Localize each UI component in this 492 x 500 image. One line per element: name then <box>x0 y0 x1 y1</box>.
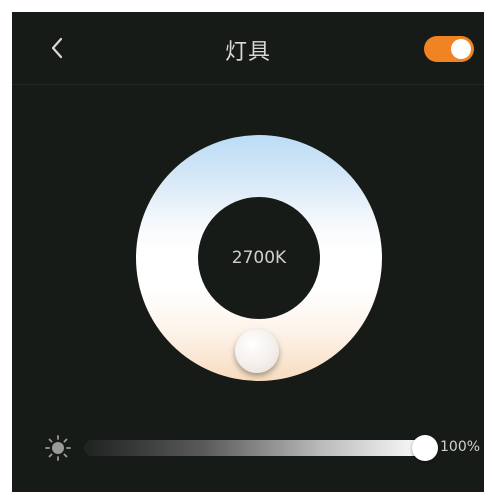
page-title: 灯具 <box>224 40 271 65</box>
brightness-slider-thumb[interactable] <box>412 435 438 461</box>
toggle-knob <box>451 39 471 59</box>
color-temperature-value: 2700K <box>231 248 287 268</box>
color-temperature-wheel[interactable]: 2700K <box>136 135 382 381</box>
color-temperature-thumb[interactable] <box>235 329 279 373</box>
header-bar: 灯具 <box>12 12 484 84</box>
brightness-control: 100% <box>12 430 484 466</box>
brightness-slider[interactable] <box>84 440 428 456</box>
light-control-screen: 灯具 2700K 100% <box>12 12 484 492</box>
sun-icon <box>44 434 72 462</box>
wheel-center: 2700K <box>198 197 320 319</box>
header-divider <box>12 84 484 85</box>
brightness-value: 100% <box>440 439 481 455</box>
power-toggle[interactable] <box>424 36 474 62</box>
